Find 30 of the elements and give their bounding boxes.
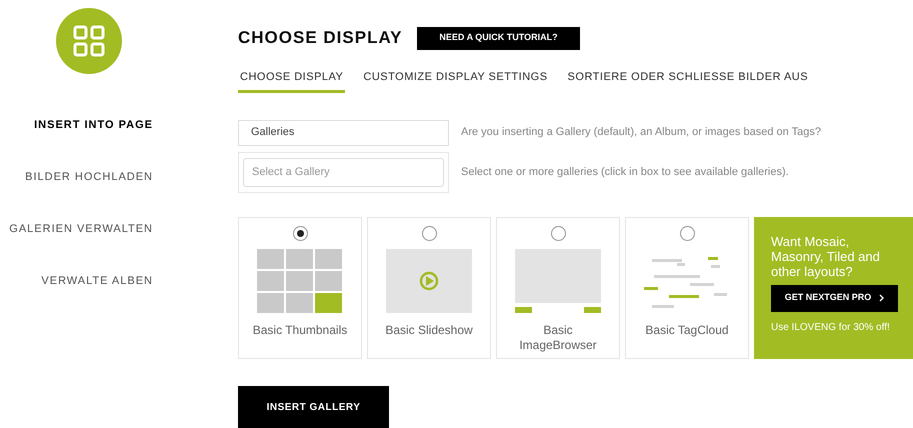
display-type-label: Basic ImageBrowser xyxy=(518,322,598,352)
display-type-card[interactable]: Basic Thumbnails xyxy=(238,216,362,359)
display-type-card[interactable]: Basic Slideshow xyxy=(367,216,491,359)
hint-text: Select one or more galleries (click in box to see available galleries). xyxy=(461,164,789,180)
get-pro-button[interactable]: GET NEXTGEN PRO xyxy=(771,284,898,312)
sidebar-item[interactable]: GALERIEN VERWALTEN xyxy=(9,221,153,237)
tab[interactable]: CHOOSE DISPLAY xyxy=(238,69,346,92)
display-type-label: Basic Slideshow xyxy=(384,322,474,338)
tutorial-button[interactable]: NEED A QUICK TUTORIAL? xyxy=(417,26,580,50)
radio-button[interactable] xyxy=(550,226,566,240)
promo-text: Want Mosaic, Masonry, Tiled and other layouts? xyxy=(771,234,881,278)
radio-button[interactable] xyxy=(422,226,436,240)
radio-button[interactable] xyxy=(292,226,308,240)
source-field[interactable]: Galleries xyxy=(238,120,449,146)
tab[interactable]: CUSTOMIZE DISPLAY SETTINGS xyxy=(361,69,550,92)
sidebar-item[interactable]: VERWALTE ALBEN xyxy=(41,273,153,289)
insert-gallery-button[interactable]: INSERT GALLERY xyxy=(238,386,389,428)
display-type-card[interactable]: Basic ImageBrowser xyxy=(496,216,620,359)
page-title: CHOOSE DISPLAY xyxy=(238,27,404,50)
display-type-label: Basic TagCloud xyxy=(644,322,730,338)
chevron-right-icon xyxy=(879,294,884,302)
discount-note: Use ILOVENG for 30% off! xyxy=(771,320,891,334)
tab[interactable]: SORTIERE ODER SCHLIESSE BILDER AUS xyxy=(566,69,810,92)
hint-text: Are you inserting a Gallery (default), an Album, or images based on Tags? xyxy=(461,125,821,140)
display-type-card[interactable]: Basic TagCloud xyxy=(625,216,749,359)
gallery-select-field[interactable]: Select a Gallery xyxy=(243,158,444,186)
radio-button[interactable] xyxy=(680,226,694,240)
sidebar-item[interactable]: BILDER HOCHLADEN xyxy=(25,169,153,185)
display-type-label: Basic Thumbnails xyxy=(252,322,348,338)
sidebar-item[interactable]: INSERT INTO PAGE xyxy=(34,117,153,133)
